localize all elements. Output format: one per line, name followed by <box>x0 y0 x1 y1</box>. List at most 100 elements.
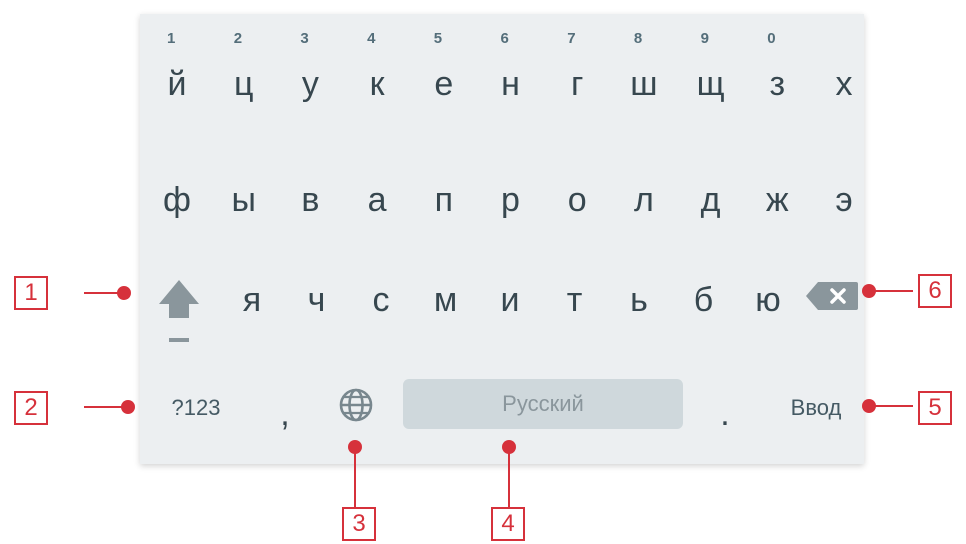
callout-6-line <box>869 290 913 292</box>
key-з[interactable]: з0 <box>747 30 807 124</box>
row-3: ячсмитьбю <box>140 260 864 340</box>
key-hint: 7 <box>567 30 576 47</box>
key-д[interactable]: д <box>681 160 741 240</box>
callout-6: 6 <box>918 274 952 308</box>
key-hint: 6 <box>500 30 509 47</box>
key-hint: 1 <box>167 30 176 47</box>
key-л[interactable]: л <box>614 160 674 240</box>
key-hint: 4 <box>367 30 376 47</box>
callout-3-label: 3 <box>352 510 366 537</box>
key-label: ы <box>231 181 256 219</box>
callout-3: 3 <box>342 507 376 541</box>
callout-6-label: 6 <box>928 277 942 304</box>
key-т[interactable]: т <box>545 260 605 340</box>
globe-icon[interactable] <box>337 386 375 424</box>
keyboard: й1ц2у3к4е5н6г7ш8щ9з0х фывапролджэ ячсмит… <box>140 14 864 464</box>
space-bar[interactable]: Русский <box>403 379 683 429</box>
callout-1: 1 <box>14 276 48 310</box>
key-label: я <box>242 281 262 319</box>
callout-1-label: 1 <box>24 279 38 306</box>
symbols-key-label: ?123 <box>171 395 221 420</box>
key-label: й <box>167 65 187 103</box>
period-key-label: . <box>720 395 730 433</box>
backspace-icon[interactable] <box>804 280 860 312</box>
key-hint: 3 <box>300 30 309 47</box>
key-я[interactable]: я <box>222 260 282 340</box>
key-п[interactable]: п <box>414 160 474 240</box>
key-х[interactable]: х <box>814 44 874 124</box>
key-label: г <box>570 65 584 103</box>
key-в[interactable]: в <box>280 160 340 240</box>
key-ц[interactable]: ц2 <box>214 30 274 124</box>
key-hint: 5 <box>433 30 443 47</box>
key-ы[interactable]: ы <box>214 160 274 240</box>
key-label: л <box>633 181 654 219</box>
callout-3-line <box>354 447 356 507</box>
key-к[interactable]: к4 <box>347 30 407 124</box>
period-key[interactable]: . <box>705 374 745 454</box>
callout-2-label: 2 <box>24 394 38 421</box>
callout-4-label: 4 <box>501 510 515 537</box>
key-label: о <box>567 181 587 219</box>
key-ч[interactable]: ч <box>287 260 347 340</box>
key-hint: 0 <box>767 30 776 47</box>
key-и[interactable]: и <box>480 260 540 340</box>
key-label: к <box>369 65 385 103</box>
key-label: щ <box>696 65 725 103</box>
key-label: ч <box>307 281 326 319</box>
key-г[interactable]: г7 <box>547 30 607 124</box>
key-label: п <box>434 181 453 219</box>
key-label: м <box>433 281 458 319</box>
key-у[interactable]: у3 <box>280 30 340 124</box>
key-label: у <box>301 65 319 103</box>
key-label: ш <box>630 65 658 103</box>
key-label: р <box>501 181 520 219</box>
space-bar-label: Русский <box>502 391 584 416</box>
callout-5-line <box>869 405 913 407</box>
key-э[interactable]: э <box>814 160 874 240</box>
key-р[interactable]: р <box>481 160 541 240</box>
key-hint: 9 <box>700 30 709 47</box>
callout-2: 2 <box>14 391 48 425</box>
key-label: ь <box>630 281 648 319</box>
key-label: с <box>372 281 390 319</box>
key-hint: 2 <box>233 30 243 47</box>
key-щ[interactable]: щ9 <box>681 30 741 124</box>
enter-key-label: Ввод <box>790 395 842 420</box>
key-hint: 8 <box>633 30 643 47</box>
callout-4: 4 <box>491 507 525 541</box>
callout-4-line <box>508 447 510 507</box>
key-label: з <box>769 65 786 103</box>
key-м[interactable]: м <box>416 260 476 340</box>
key-label: а <box>367 181 387 219</box>
key-н[interactable]: н6 <box>481 30 541 124</box>
key-ю[interactable]: ю <box>738 260 798 340</box>
key-е[interactable]: е5 <box>414 30 474 124</box>
key-ж[interactable]: ж <box>747 160 807 240</box>
key-ш[interactable]: ш8 <box>614 30 674 124</box>
key-с[interactable]: с <box>351 260 411 340</box>
callout-2-line <box>84 406 124 408</box>
comma-key[interactable]: , <box>260 374 310 454</box>
key-label: ж <box>765 181 789 219</box>
symbols-key[interactable]: ?123 <box>156 368 236 448</box>
key-о[interactable]: о <box>547 160 607 240</box>
key-label: т <box>566 281 583 319</box>
key-label: ю <box>755 281 781 319</box>
key-а[interactable]: а <box>347 160 407 240</box>
key-label: х <box>835 65 853 103</box>
key-label: и <box>500 281 520 319</box>
enter-key[interactable]: Ввод <box>776 368 856 448</box>
key-й[interactable]: й1 <box>147 30 207 124</box>
key-label: д <box>700 181 721 219</box>
key-label: н <box>501 65 520 103</box>
key-label: э <box>835 181 853 219</box>
shift-icon[interactable] <box>156 272 202 354</box>
key-label: б <box>693 281 714 319</box>
key-б[interactable]: б <box>674 260 734 340</box>
key-label: ц <box>233 65 254 103</box>
row-2: фыва п р о л д ж э <box>140 160 864 240</box>
key-ь[interactable]: ь <box>609 260 669 340</box>
callout-2-dot <box>121 400 135 414</box>
key-ф[interactable]: ф <box>147 160 207 240</box>
